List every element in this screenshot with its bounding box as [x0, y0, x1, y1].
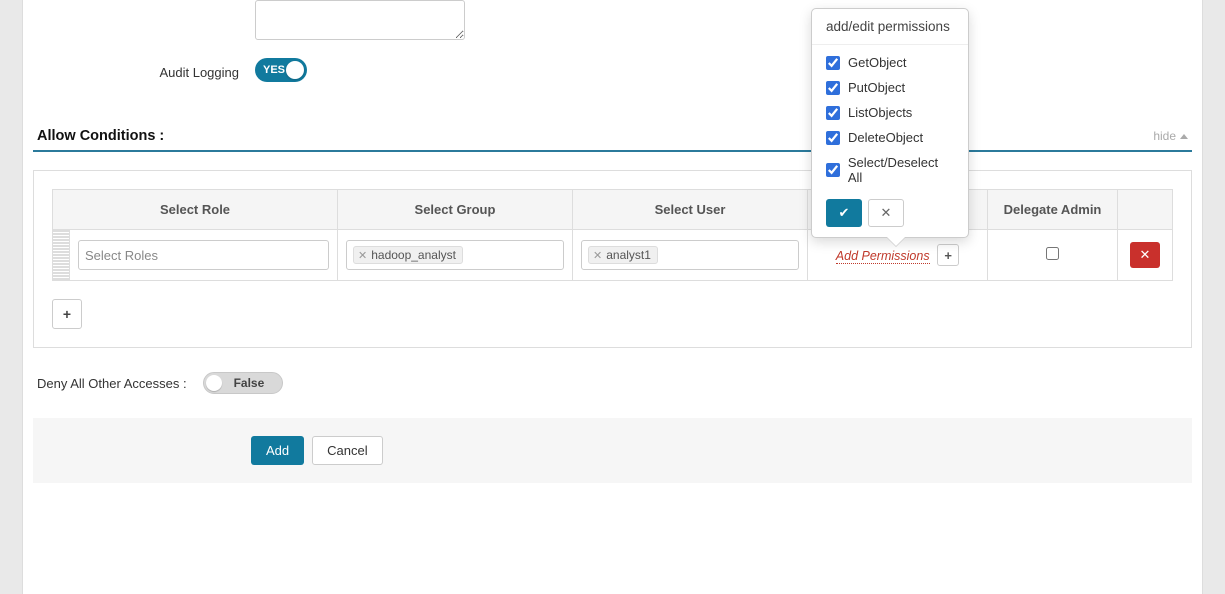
- close-icon: ✕: [881, 205, 892, 221]
- th-role: Select Role: [53, 190, 338, 230]
- close-icon: ✕: [1140, 247, 1151, 263]
- perm-checkbox-getobject[interactable]: [826, 56, 840, 70]
- perm-label: GetObject: [848, 55, 907, 70]
- delegate-admin-checkbox[interactable]: [1046, 247, 1059, 260]
- delete-row-button[interactable]: ✕: [1130, 242, 1160, 268]
- add-permissions-link[interactable]: Add Permissions: [836, 249, 930, 264]
- perm-label: Select/Deselect All: [848, 155, 954, 185]
- perm-checkbox-putobject[interactable]: [826, 81, 840, 95]
- deny-all-toggle[interactable]: False: [203, 372, 283, 394]
- perm-checkbox-selectall[interactable]: [826, 163, 840, 177]
- perm-option[interactable]: GetObject: [826, 55, 954, 70]
- perm-option[interactable]: PutObject: [826, 80, 954, 95]
- perm-checkbox-listobjects[interactable]: [826, 106, 840, 120]
- perm-label: PutObject: [848, 80, 905, 95]
- select-roles-input[interactable]: Select Roles: [78, 240, 329, 270]
- th-user: Select User: [573, 190, 808, 230]
- perm-option[interactable]: ListObjects: [826, 105, 954, 120]
- drag-handle[interactable]: [53, 230, 70, 281]
- popover-cancel-button[interactable]: ✕: [868, 199, 904, 227]
- cancel-button[interactable]: Cancel: [312, 436, 382, 465]
- perm-label: DeleteObject: [848, 130, 923, 145]
- th-delete: [1118, 190, 1173, 230]
- popover-confirm-button[interactable]: ✔: [826, 199, 862, 227]
- th-group: Select Group: [338, 190, 573, 230]
- toggle-knob: [286, 61, 304, 79]
- select-user-input[interactable]: ✕ analyst1: [581, 240, 799, 270]
- perm-checkbox-deleteobject[interactable]: [826, 131, 840, 145]
- role-placeholder: Select Roles: [85, 248, 158, 263]
- hide-label: hide: [1153, 129, 1176, 143]
- permissions-popover: add/edit permissions GetObject PutObject…: [811, 8, 969, 238]
- remove-tag-icon[interactable]: ✕: [593, 249, 602, 262]
- th-delegate: Delegate Admin: [988, 190, 1118, 230]
- popover-arrow: [887, 237, 905, 246]
- perm-option[interactable]: DeleteObject: [826, 130, 954, 145]
- user-tag-label: analyst1: [606, 248, 651, 262]
- group-tag[interactable]: ✕ hadoop_analyst: [353, 246, 463, 264]
- description-textarea[interactable]: [255, 0, 465, 40]
- perm-option[interactable]: Select/Deselect All: [826, 155, 954, 185]
- user-tag[interactable]: ✕ analyst1: [588, 246, 658, 264]
- conditions-table: Select Role Select Group Select User Per…: [52, 189, 1173, 281]
- remove-tag-icon[interactable]: ✕: [358, 249, 367, 262]
- allow-conditions-box: Select Role Select Group Select User Per…: [33, 170, 1192, 348]
- perm-label: ListObjects: [848, 105, 912, 120]
- group-tag-label: hadoop_analyst: [371, 248, 456, 262]
- select-group-input[interactable]: ✕ hadoop_analyst: [346, 240, 564, 270]
- caret-up-icon: [1180, 134, 1188, 139]
- toggle-yes-text: YES: [263, 64, 285, 76]
- add-row-button[interactable]: +: [52, 299, 82, 329]
- check-icon: ✔: [839, 205, 850, 221]
- add-permissions-plus-button[interactable]: +: [937, 244, 959, 266]
- allow-conditions-title: Allow Conditions :: [37, 128, 164, 144]
- audit-logging-toggle[interactable]: YES: [255, 58, 307, 82]
- toggle-knob: [206, 375, 222, 391]
- add-button[interactable]: Add: [251, 436, 304, 465]
- footer-actions: Add Cancel: [33, 418, 1192, 483]
- deny-all-label: Deny All Other Accesses :: [37, 376, 187, 391]
- table-row: Select Roles ✕ hadoop_analyst: [53, 230, 1173, 281]
- popover-title: add/edit permissions: [812, 9, 968, 45]
- audit-logging-label: Audit Logging: [33, 61, 255, 80]
- toggle-false-text: False: [234, 376, 265, 390]
- hide-section-link[interactable]: hide: [1153, 129, 1188, 143]
